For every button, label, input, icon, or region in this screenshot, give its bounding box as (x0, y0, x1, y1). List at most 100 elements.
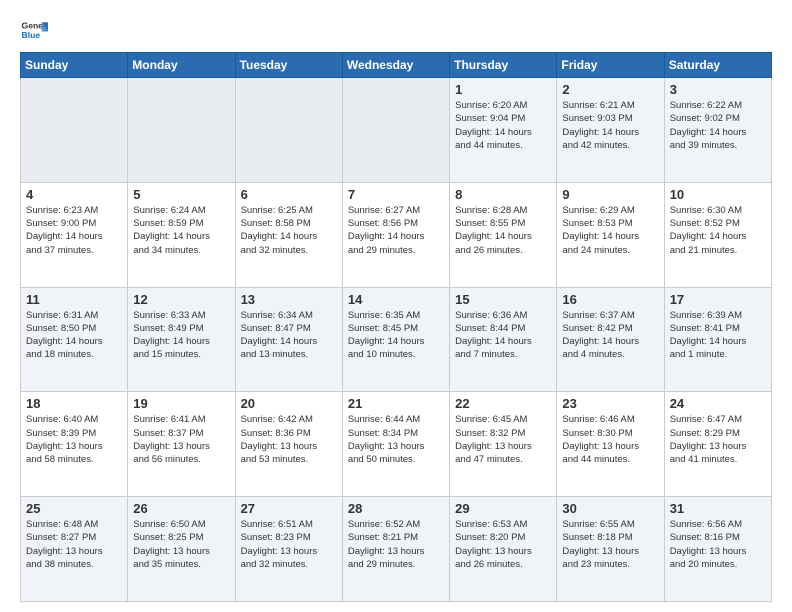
day-number: 25 (26, 501, 122, 516)
day-info: Sunrise: 6:29 AM Sunset: 8:53 PM Dayligh… (562, 204, 658, 257)
calendar-cell: 12 Sunrise: 6:33 AM Sunset: 8:49 PM Dayli… (128, 287, 235, 392)
day-info: Sunrise: 6:30 AM Sunset: 8:52 PM Dayligh… (670, 204, 766, 257)
day-info: Sunrise: 6:45 AM Sunset: 8:32 PM Dayligh… (455, 413, 551, 466)
day-number: 9 (562, 187, 658, 202)
calendar-cell: 13Sunrise: 6:34 AM Sunset: 8:47 PM Dayli… (235, 287, 342, 392)
day-number: 28 (348, 501, 444, 516)
day-number: 7 (348, 187, 444, 202)
day-number: 20 (241, 396, 337, 411)
day-info: Sunrise: 6:42 AM Sunset: 8:36 PM Dayligh… (241, 413, 337, 466)
calendar-week-5: 25 Sunrise: 6:48 AM Sunset: 8:27 PM Dayli… (21, 497, 772, 602)
calendar-cell: 16 Sunrise: 6:37 AM Sunset: 8:42 PM Dayli… (557, 287, 664, 392)
day-number: 24 (670, 396, 766, 411)
calendar-cell: 23 Sunrise: 6:46 AM Sunset: 8:30 PM Dayli… (557, 392, 664, 497)
calendar-cell: 27 Sunrise: 6:51 AM Sunset: 8:23 PM Dayli… (235, 497, 342, 602)
calendar-cell: 19 Sunrise: 6:41 AM Sunset: 8:37 PM Dayli… (128, 392, 235, 497)
day-number: 10 (670, 187, 766, 202)
day-info: Sunrise: 6:25 AM Sunset: 8:58 PM Dayligh… (241, 204, 337, 257)
day-number: 16 (562, 292, 658, 307)
day-info: Sunrise: 6:53 AM Sunset: 8:20 PM Dayligh… (455, 518, 551, 571)
svg-text:Blue: Blue (22, 30, 41, 40)
logo-icon: General Blue (20, 16, 48, 44)
calendar-cell (21, 78, 128, 183)
calendar-week-2: 4 Sunrise: 6:23 AM Sunset: 9:00 PM Daylig… (21, 182, 772, 287)
weekday-tuesday: Tuesday (235, 53, 342, 78)
calendar-cell: 20 Sunrise: 6:42 AM Sunset: 8:36 PM Dayli… (235, 392, 342, 497)
day-info: Sunrise: 6:35 AM Sunset: 8:45 PM Dayligh… (348, 309, 444, 362)
day-info: Sunrise: 6:37 AM Sunset: 8:42 PM Dayligh… (562, 309, 658, 362)
calendar-cell: 1Sunrise: 6:20 AM Sunset: 9:04 PM Daylig… (450, 78, 557, 183)
day-number: 4 (26, 187, 122, 202)
calendar-table: SundayMondayTuesdayWednesdayThursdayFrid… (20, 52, 772, 602)
day-info: Sunrise: 6:55 AM Sunset: 8:18 PM Dayligh… (562, 518, 658, 571)
header: General Blue (20, 16, 772, 44)
day-info: Sunrise: 6:44 AM Sunset: 8:34 PM Dayligh… (348, 413, 444, 466)
day-info: Sunrise: 6:27 AM Sunset: 8:56 PM Dayligh… (348, 204, 444, 257)
day-number: 6 (241, 187, 337, 202)
day-info: Sunrise: 6:36 AM Sunset: 8:44 PM Dayligh… (455, 309, 551, 362)
day-number: 2 (562, 82, 658, 97)
calendar-cell: 5 Sunrise: 6:24 AM Sunset: 8:59 PM Daylig… (128, 182, 235, 287)
day-number: 17 (670, 292, 766, 307)
day-number: 26 (133, 501, 229, 516)
calendar-cell: 15 Sunrise: 6:36 AM Sunset: 8:44 PM Dayli… (450, 287, 557, 392)
day-number: 30 (562, 501, 658, 516)
calendar-cell: 8Sunrise: 6:28 AM Sunset: 8:55 PM Daylig… (450, 182, 557, 287)
day-number: 21 (348, 396, 444, 411)
day-number: 12 (133, 292, 229, 307)
day-number: 1 (455, 82, 551, 97)
calendar-cell: 18 Sunrise: 6:40 AM Sunset: 8:39 PM Dayli… (21, 392, 128, 497)
calendar-cell: 17Sunrise: 6:39 AM Sunset: 8:41 PM Dayli… (664, 287, 771, 392)
day-info: Sunrise: 6:40 AM Sunset: 8:39 PM Dayligh… (26, 413, 122, 466)
day-number: 15 (455, 292, 551, 307)
calendar-cell: 7 Sunrise: 6:27 AM Sunset: 8:56 PM Daylig… (342, 182, 449, 287)
day-info: Sunrise: 6:33 AM Sunset: 8:49 PM Dayligh… (133, 309, 229, 362)
calendar-cell: 22 Sunrise: 6:45 AM Sunset: 8:32 PM Dayli… (450, 392, 557, 497)
weekday-header-row: SundayMondayTuesdayWednesdayThursdayFrid… (21, 53, 772, 78)
day-number: 19 (133, 396, 229, 411)
calendar-week-4: 18 Sunrise: 6:40 AM Sunset: 8:39 PM Dayli… (21, 392, 772, 497)
day-info: Sunrise: 6:24 AM Sunset: 8:59 PM Dayligh… (133, 204, 229, 257)
day-info: Sunrise: 6:52 AM Sunset: 8:21 PM Dayligh… (348, 518, 444, 571)
calendar-cell: 10 Sunrise: 6:30 AM Sunset: 8:52 PM Dayli… (664, 182, 771, 287)
weekday-monday: Monday (128, 53, 235, 78)
day-number: 11 (26, 292, 122, 307)
calendar-cell: 3Sunrise: 6:22 AM Sunset: 9:02 PM Daylig… (664, 78, 771, 183)
calendar-cell: 26 Sunrise: 6:50 AM Sunset: 8:25 PM Dayli… (128, 497, 235, 602)
calendar-cell: 25 Sunrise: 6:48 AM Sunset: 8:27 PM Dayli… (21, 497, 128, 602)
weekday-thursday: Thursday (450, 53, 557, 78)
weekday-saturday: Saturday (664, 53, 771, 78)
calendar-cell: 28 Sunrise: 6:52 AM Sunset: 8:21 PM Dayli… (342, 497, 449, 602)
calendar-cell: 30 Sunrise: 6:55 AM Sunset: 8:18 PM Dayli… (557, 497, 664, 602)
day-info: Sunrise: 6:34 AM Sunset: 8:47 PM Dayligh… (241, 309, 337, 362)
weekday-friday: Friday (557, 53, 664, 78)
day-info: Sunrise: 6:22 AM Sunset: 9:02 PM Dayligh… (670, 99, 766, 152)
day-info: Sunrise: 6:50 AM Sunset: 8:25 PM Dayligh… (133, 518, 229, 571)
day-number: 31 (670, 501, 766, 516)
day-info: Sunrise: 6:46 AM Sunset: 8:30 PM Dayligh… (562, 413, 658, 466)
calendar-cell: 14 Sunrise: 6:35 AM Sunset: 8:45 PM Dayli… (342, 287, 449, 392)
day-number: 14 (348, 292, 444, 307)
calendar-cell: 11 Sunrise: 6:31 AM Sunset: 8:50 PM Dayli… (21, 287, 128, 392)
day-number: 18 (26, 396, 122, 411)
calendar-cell: 4 Sunrise: 6:23 AM Sunset: 9:00 PM Daylig… (21, 182, 128, 287)
logo: General Blue (20, 16, 48, 44)
day-number: 5 (133, 187, 229, 202)
day-number: 23 (562, 396, 658, 411)
day-info: Sunrise: 6:51 AM Sunset: 8:23 PM Dayligh… (241, 518, 337, 571)
day-number: 27 (241, 501, 337, 516)
weekday-wednesday: Wednesday (342, 53, 449, 78)
day-info: Sunrise: 6:56 AM Sunset: 8:16 PM Dayligh… (670, 518, 766, 571)
day-info: Sunrise: 6:21 AM Sunset: 9:03 PM Dayligh… (562, 99, 658, 152)
day-info: Sunrise: 6:41 AM Sunset: 8:37 PM Dayligh… (133, 413, 229, 466)
day-info: Sunrise: 6:48 AM Sunset: 8:27 PM Dayligh… (26, 518, 122, 571)
day-number: 22 (455, 396, 551, 411)
calendar-week-3: 11 Sunrise: 6:31 AM Sunset: 8:50 PM Dayli… (21, 287, 772, 392)
calendar-cell: 6 Sunrise: 6:25 AM Sunset: 8:58 PM Daylig… (235, 182, 342, 287)
day-number: 29 (455, 501, 551, 516)
day-info: Sunrise: 6:23 AM Sunset: 9:00 PM Dayligh… (26, 204, 122, 257)
calendar-cell: 9 Sunrise: 6:29 AM Sunset: 8:53 PM Daylig… (557, 182, 664, 287)
calendar-week-1: 1Sunrise: 6:20 AM Sunset: 9:04 PM Daylig… (21, 78, 772, 183)
weekday-sunday: Sunday (21, 53, 128, 78)
day-info: Sunrise: 6:31 AM Sunset: 8:50 PM Dayligh… (26, 309, 122, 362)
